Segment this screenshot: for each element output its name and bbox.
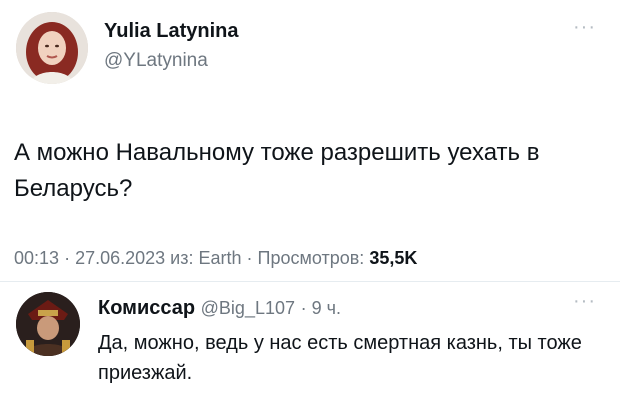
meta-separator: ·: [300, 298, 312, 318]
author-handle[interactable]: @YLatynina: [104, 50, 208, 72]
reply-text: Да, можно, ведь у нас есть смертная казн…: [98, 332, 582, 384]
author-avatar[interactable]: [16, 12, 88, 84]
tweet-time[interactable]: 00:13: [14, 248, 59, 268]
tweet-source-text: из: Earth: [170, 248, 242, 268]
reply-author-name[interactable]: Комиссар: [98, 297, 195, 319]
author-name[interactable]: Yulia Latynina: [104, 20, 238, 43]
meta-separator: ·: [64, 248, 76, 268]
reply-author-avatar[interactable]: [16, 292, 80, 356]
views-count: 35,5K: [369, 248, 418, 268]
tweet-meta: 00:13 · 27.06.2023 из: Earth · Просмотро…: [14, 248, 417, 269]
tweet-source: из: Earth: [170, 248, 241, 268]
divider: [0, 281, 620, 282]
meta-separator: ·: [246, 248, 258, 268]
reply-header: Комиссар @Big_L107 · 9 ч.: [98, 297, 341, 320]
reply-avatar-image: [16, 292, 80, 356]
tweet-text: А можно Навальному тоже разрешить уехать…: [14, 139, 540, 202]
reply-author-handle[interactable]: @Big_L107: [201, 298, 295, 318]
reply-age[interactable]: 9 ч.: [312, 298, 341, 318]
more-horizontal-icon[interactable]: ···: [573, 16, 596, 39]
views-label: Просмотров:: [257, 248, 365, 268]
more-horizontal-icon[interactable]: ···: [573, 290, 596, 313]
tweet-date[interactable]: 27.06.2023: [75, 248, 165, 268]
author-avatar-image: [16, 12, 88, 84]
